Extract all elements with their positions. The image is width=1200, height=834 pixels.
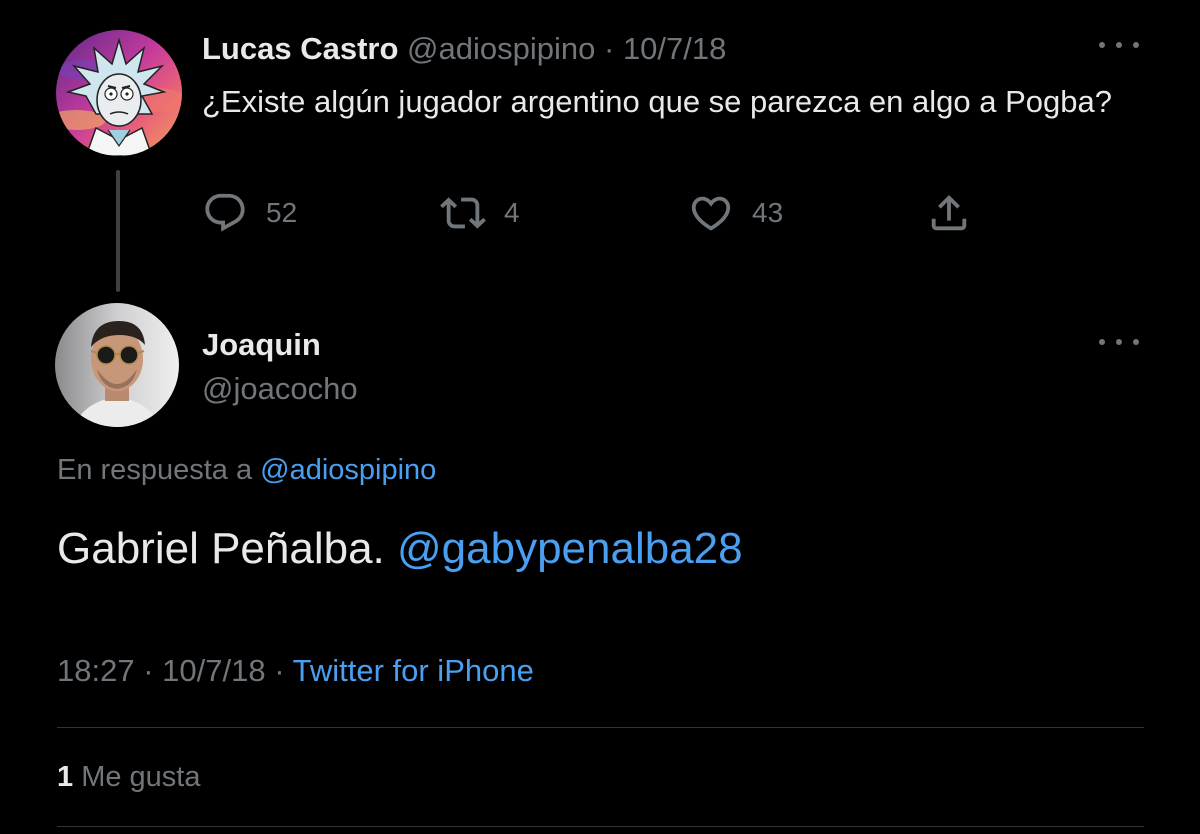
tweet-date[interactable]: 10/7/18 (162, 653, 265, 688)
more-options-icon[interactable] (1097, 327, 1141, 357)
replying-to-mention-link[interactable]: @adiospipino (260, 454, 436, 486)
author-handle[interactable]: @adiospipino (407, 31, 595, 66)
parent-tweet-text: ¿Existe algún jugador argentino que se p… (202, 84, 1112, 119)
retweet-count: 4 (504, 197, 520, 228)
more-options-icon[interactable] (1097, 30, 1141, 60)
mention-link[interactable]: @gabypenalba28 (397, 524, 743, 573)
retweet-button[interactable]: 4 (440, 190, 520, 236)
divider (57, 727, 1144, 728)
reply-author-avatar[interactable] (55, 303, 179, 427)
tweet-source-link[interactable]: Twitter for iPhone (293, 653, 534, 688)
like-button[interactable]: 43 (688, 190, 783, 236)
photo-avatar-image (55, 303, 179, 427)
reply-author-name[interactable]: Joaquin (202, 325, 321, 365)
tweet-metadata: 18:27 · 10/7/18 · Twitter for iPhone (57, 651, 534, 691)
meta-separator: · (143, 653, 154, 688)
reply-tweet-text: Gabriel Peñalba. @gabypenalba28 (57, 519, 743, 579)
heart-icon (691, 196, 731, 231)
reply-author-handle[interactable]: @joacocho (202, 369, 358, 409)
likes-summary[interactable]: 1 Me gusta (57, 757, 201, 797)
like-count: 43 (752, 197, 784, 228)
share-icon (931, 194, 967, 231)
replying-to-label: En respuesta a (57, 454, 253, 486)
tweet-time[interactable]: 18:27 (57, 653, 135, 688)
likes-count: 1 (57, 761, 74, 793)
author-name[interactable]: Lucas Castro (202, 31, 398, 66)
divider (57, 826, 1144, 827)
share-button[interactable] (926, 190, 972, 236)
parent-tweet-header: Lucas Castro @adiospipino · 10/7/18 (202, 29, 726, 69)
reply-button[interactable]: 52 (202, 190, 297, 236)
reply-text-body: Gabriel Peñalba. (57, 524, 385, 573)
thread-line (116, 170, 120, 292)
reply-icon (205, 193, 245, 232)
replying-to: En respuesta a @adiospipino (57, 450, 436, 490)
likes-label: Me gusta (81, 761, 201, 793)
retweet-icon (440, 197, 486, 229)
cartoon-avatar-image (56, 30, 182, 156)
author-avatar[interactable] (56, 30, 182, 156)
tweet-date[interactable]: 10/7/18 (623, 31, 726, 66)
reply-count: 52 (266, 197, 298, 228)
meta-separator: · (274, 653, 285, 688)
header-separator: · (603, 31, 615, 66)
